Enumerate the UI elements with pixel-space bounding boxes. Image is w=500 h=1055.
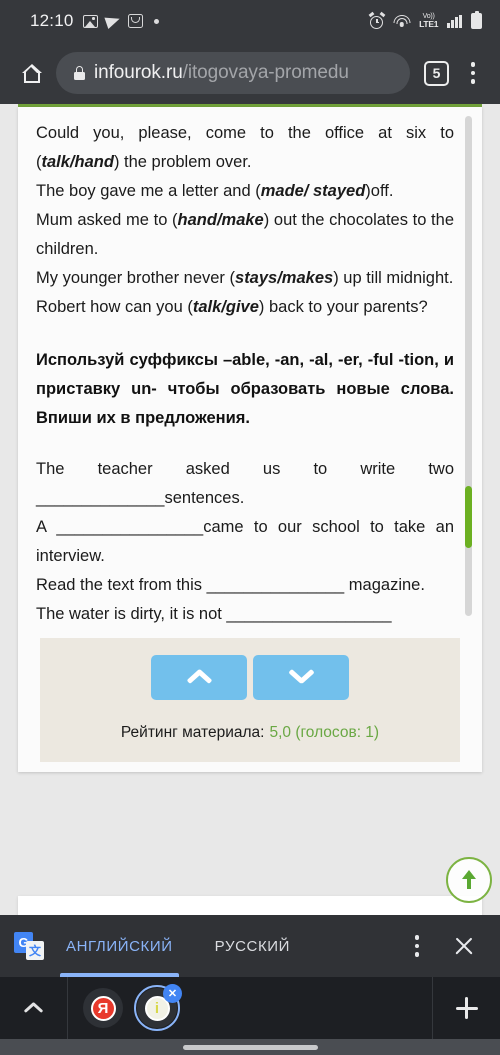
volte-icon: Vo)) LTE1 bbox=[419, 13, 438, 29]
material-card: Could you, please, come to the office at… bbox=[18, 107, 482, 772]
scroll-to-top-button[interactable] bbox=[446, 857, 492, 903]
translate-overflow-menu-icon[interactable] bbox=[400, 924, 434, 968]
exercise-line-5-choice: talk/give bbox=[192, 298, 259, 316]
exercise-line-1: Could you, please, come to the office at… bbox=[36, 119, 454, 177]
wifi-icon bbox=[393, 14, 411, 28]
exercise-line-1-choice: talk/hand bbox=[41, 153, 114, 171]
url-bar[interactable]: infourok.ru/itogovaya-promedu bbox=[56, 52, 410, 94]
task-line-2: A ________________came to our school to … bbox=[36, 518, 454, 565]
tab-source-language[interactable]: АНГЛИЙСКИЙ bbox=[60, 915, 179, 977]
volte-bottom-label: LTE1 bbox=[419, 19, 439, 30]
status-system-icons: Vo)) LTE1 bbox=[368, 10, 488, 29]
inner-scrollbar-track[interactable] bbox=[465, 116, 472, 616]
chevron-up-icon bbox=[23, 1001, 44, 1015]
task-line-4: The water is dirty, it is not __________… bbox=[36, 605, 392, 623]
exercise-line-5: Robert how can you (talk/give) back to y… bbox=[36, 293, 454, 322]
tab-thumbnail-infourok[interactable]: i ✕ bbox=[134, 984, 182, 1031]
tab-target-language[interactable]: РУССКИЙ bbox=[211, 915, 294, 977]
overflow-menu-icon[interactable] bbox=[456, 51, 490, 95]
dot-icon bbox=[153, 18, 159, 24]
lock-icon bbox=[74, 66, 85, 80]
url-path: /itogovaya-promedu bbox=[182, 62, 349, 83]
rating-value: 5,0 (голосов: 1) bbox=[269, 724, 380, 741]
alarm-icon bbox=[368, 11, 386, 29]
tab-thumbnail-yandex[interactable]: Я bbox=[80, 985, 126, 1031]
telegram-icon bbox=[103, 13, 122, 29]
web-page-viewport[interactable]: Could you, please, come to the office at… bbox=[0, 104, 500, 915]
task-line-1: The teacher asked us to write two ______… bbox=[36, 460, 454, 507]
exercise-line-2-pre: The boy gave me a letter and ( bbox=[36, 182, 261, 200]
rating-label: Рейтинг материала: bbox=[120, 724, 265, 741]
close-tab-icon[interactable]: ✕ bbox=[163, 984, 182, 1003]
exercise-line-4-post: ) up till midnight. bbox=[333, 269, 454, 287]
exercise-line-3-choice: hand/make bbox=[177, 211, 264, 229]
translate-icon-letter-cjk: 文 bbox=[26, 941, 44, 960]
exercise-line-4: My younger brother never (stays/makes) u… bbox=[36, 264, 454, 293]
exercise-line-2-post: )off. bbox=[365, 182, 394, 200]
status-notification-icons bbox=[82, 13, 159, 29]
exercise-line-3: Mum asked me to (hand/make) out the choc… bbox=[36, 206, 454, 264]
plus-icon bbox=[455, 997, 478, 1019]
exercise-scroll-area[interactable]: Could you, please, come to the office at… bbox=[18, 107, 482, 630]
rating-row: Рейтинг материала: 5,0 (голосов: 1) bbox=[40, 724, 460, 742]
gesture-pill bbox=[182, 1044, 318, 1050]
task-line-5: May I ask you a ____________________ques… bbox=[36, 629, 454, 630]
exercise-line-5-post: ) back to your parents? bbox=[258, 298, 428, 316]
chevron-down-icon bbox=[288, 665, 314, 690]
chevron-up-icon bbox=[186, 665, 212, 690]
new-tab-button[interactable] bbox=[432, 977, 500, 1039]
rating-panel: Рейтинг материала: 5,0 (голосов: 1) bbox=[40, 638, 460, 762]
phone-screen: 12:10 Vo)) LTE1 infourok.ru/itogovaya-pr… bbox=[0, 0, 500, 1055]
vote-buttons bbox=[40, 638, 460, 700]
message-icon bbox=[127, 14, 143, 28]
inner-scrollbar-thumb[interactable] bbox=[465, 486, 472, 548]
exercise-line-2: The boy gave me a letter and (made/ stay… bbox=[36, 177, 454, 206]
task-line-3: Read the text from this _______________ … bbox=[36, 576, 425, 594]
bottom-tab-strip: Я i ✕ bbox=[0, 977, 500, 1039]
yandex-favicon-icon: Я bbox=[90, 995, 116, 1021]
signal-bars-icon bbox=[447, 14, 462, 28]
home-button[interactable] bbox=[10, 51, 54, 95]
photo-icon bbox=[82, 14, 98, 28]
home-icon bbox=[21, 63, 43, 83]
status-clock: 12:10 bbox=[30, 11, 74, 30]
tab-list: Я i ✕ bbox=[68, 977, 432, 1039]
tab-circle: Я bbox=[83, 988, 123, 1028]
exercise-line-1-post: ) the problem over. bbox=[113, 153, 252, 171]
translate-close-icon[interactable] bbox=[442, 924, 486, 968]
google-translate-icon: G 文 bbox=[14, 931, 44, 961]
exercise-line-4-pre: My younger brother never ( bbox=[36, 269, 236, 287]
status-bar: 12:10 Vo)) LTE1 bbox=[0, 0, 500, 42]
google-translate-bar: G 文 АНГЛИЙСКИЙ РУССКИЙ bbox=[0, 915, 500, 977]
tab-strip-collapse-button[interactable] bbox=[0, 977, 68, 1039]
exercise-line-3-pre: Mum asked me to ( bbox=[36, 211, 178, 229]
exercise-line-4-choice: stays/makes bbox=[235, 269, 334, 287]
copyright-card: Если Вы считаете, что материал нарушает … bbox=[18, 896, 482, 915]
battery-icon bbox=[471, 10, 482, 29]
browser-toolbar: infourok.ru/itogovaya-promedu 5 bbox=[0, 42, 500, 104]
tab-counter-button[interactable]: 5 bbox=[424, 60, 449, 86]
navigation-gesture-bar[interactable] bbox=[0, 1039, 500, 1055]
task-heading: Используй суффиксы –able, -an, -al, -er,… bbox=[36, 351, 454, 427]
url-text: infourok.ru/itogovaya-promedu bbox=[94, 62, 349, 84]
exercise-line-2-choice: made/ stayed bbox=[260, 182, 366, 200]
exercise-line-5-pre: Robert how can you ( bbox=[36, 298, 193, 316]
vote-up-button[interactable] bbox=[151, 655, 247, 700]
url-domain: infourok.ru bbox=[94, 62, 183, 83]
vote-down-button[interactable] bbox=[253, 655, 349, 700]
arrow-up-icon bbox=[459, 869, 479, 891]
